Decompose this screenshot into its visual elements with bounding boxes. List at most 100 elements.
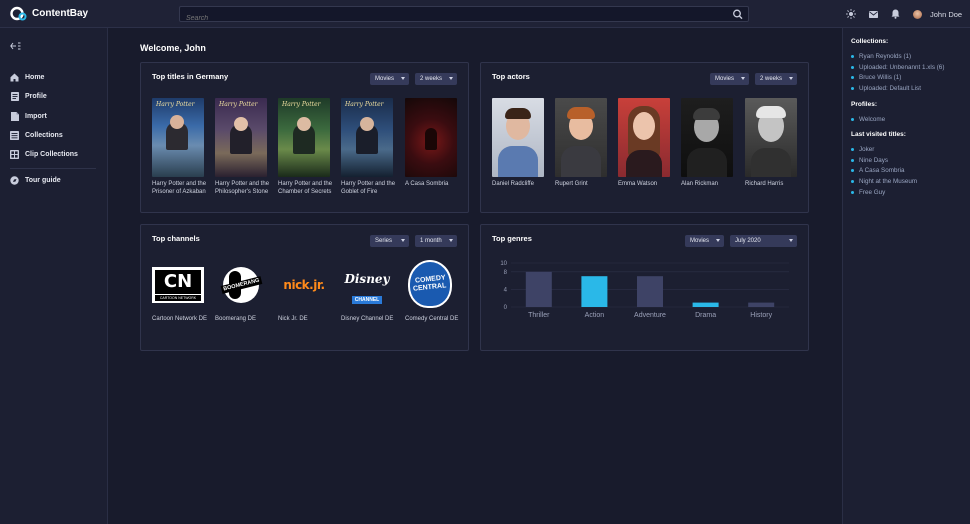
actor-name[interactable]: Rupert Grint bbox=[555, 180, 611, 188]
x-tick-label: Action bbox=[585, 312, 605, 319]
bar-history[interactable] bbox=[748, 302, 775, 307]
nick-jr-logo[interactable]: nick.jr. bbox=[276, 265, 332, 305]
chevron-down-icon bbox=[741, 77, 745, 80]
sidebar-item-tour-guide[interactable]: Tour guide bbox=[0, 171, 108, 190]
boomerang-logo[interactable]: BOOMERANG bbox=[213, 265, 269, 305]
x-tick-label: Drama bbox=[695, 312, 716, 319]
list-item[interactable]: Uploaded: Unbenannt 1.xls (6) bbox=[851, 62, 944, 73]
logo-text: BOOMERANG bbox=[220, 276, 262, 294]
poster-title: Harry Potter bbox=[282, 101, 321, 108]
app-logo[interactable]: ContentBay bbox=[10, 6, 88, 21]
top-actors-period-select[interactable]: 2 weeks bbox=[755, 73, 797, 85]
list-item[interactable]: Nine Days bbox=[851, 155, 917, 166]
user-name[interactable]: John Doe bbox=[930, 10, 962, 19]
actor-photo[interactable] bbox=[618, 98, 670, 177]
right-panel: Collections: Ryan Reynolds (1) Uploaded:… bbox=[842, 28, 970, 524]
bar-action[interactable] bbox=[581, 276, 608, 307]
top-titles-period-select[interactable]: 2 weeks bbox=[415, 73, 457, 85]
sidebar-item-collections[interactable]: Collections bbox=[0, 126, 108, 145]
profile-icon bbox=[10, 92, 19, 102]
actor-name[interactable]: Alan Rickman bbox=[681, 180, 737, 188]
bar-drama[interactable] bbox=[692, 302, 719, 307]
sidebar-item-label: Import bbox=[25, 112, 47, 120]
movie-caption[interactable]: A Casa Sombria bbox=[405, 180, 461, 188]
actor-photo[interactable] bbox=[492, 98, 544, 177]
sidebar-item-home[interactable]: Home bbox=[0, 68, 108, 87]
search-input[interactable] bbox=[180, 11, 720, 26]
y-tick-label: 8 bbox=[504, 270, 508, 276]
logo-text: nick.jr. bbox=[283, 278, 325, 292]
actor-name[interactable]: Emma Watson bbox=[618, 180, 674, 188]
list-item[interactable]: Night at the Museum bbox=[851, 176, 917, 187]
select-value: 2 weeks bbox=[760, 76, 783, 82]
list-item[interactable]: Free Guy bbox=[851, 187, 917, 198]
sidebar-item-label: Clip Collections bbox=[25, 151, 78, 159]
top-genres-period-select[interactable]: July 2020 bbox=[730, 235, 797, 247]
actor-name[interactable]: Daniel Radcliffe bbox=[492, 180, 548, 188]
notification-bell-icon[interactable] bbox=[889, 8, 901, 20]
list-item[interactable]: Uploaded: Default List bbox=[851, 83, 944, 94]
movie-poster[interactable] bbox=[405, 98, 457, 177]
movie-poster[interactable]: Harry Potter bbox=[341, 98, 393, 177]
sidebar-item-label: Collections bbox=[25, 132, 63, 140]
top-channels-card: Top channels Series 1 month CN CARTOON N… bbox=[140, 224, 469, 351]
sidebar-item-clip-collections[interactable]: Clip Collections bbox=[0, 145, 108, 164]
comedy-central-logo[interactable]: COMEDY CENTRAL bbox=[402, 259, 458, 309]
list-item[interactable]: Ryan Reynolds (1) bbox=[851, 51, 944, 62]
top-genres-type-select[interactable]: Movies bbox=[685, 235, 724, 247]
list-item[interactable]: Joker bbox=[851, 144, 917, 155]
movie-caption[interactable]: Harry Potter and the Prisoner of Azkaban bbox=[152, 180, 208, 196]
top-channels-period-select[interactable]: 1 month bbox=[415, 235, 457, 247]
actor-photo[interactable] bbox=[745, 98, 797, 177]
top-titles-type-select[interactable]: Movies bbox=[370, 73, 409, 85]
user-avatar[interactable] bbox=[913, 9, 922, 19]
collections-list: Ryan Reynolds (1) Uploaded: Unbenannt 1.… bbox=[851, 51, 944, 94]
sidebar-item-import[interactable]: Import bbox=[0, 107, 108, 126]
movie-poster[interactable]: Harry Potter bbox=[215, 98, 267, 177]
actor-photo[interactable] bbox=[681, 98, 733, 177]
contentbay-logo-icon bbox=[10, 6, 27, 21]
top-genres-card: Top genres Movies July 2020 0 4 8 10 Thrille… bbox=[480, 224, 809, 351]
search-icon[interactable] bbox=[732, 9, 744, 20]
select-value: Movies bbox=[690, 238, 710, 244]
chevron-down-icon bbox=[449, 239, 453, 242]
movie-poster[interactable]: Harry Potter bbox=[278, 98, 330, 177]
sidebar-item-label: Profile bbox=[25, 93, 47, 101]
last-visited-heading: Last visited titles: bbox=[851, 131, 906, 138]
card-title: Top channels bbox=[152, 234, 200, 243]
select-value: 1 month bbox=[420, 238, 442, 244]
list-item[interactable]: Bruce Willis (1) bbox=[851, 73, 944, 84]
actor-name[interactable]: Richard Harris bbox=[745, 180, 801, 188]
disney-channel-logo[interactable]: Disney CHANNEL bbox=[339, 265, 395, 305]
select-value: July 2020 bbox=[735, 238, 761, 244]
actor-photo[interactable] bbox=[555, 98, 607, 177]
channel-name[interactable]: Disney Channel DE bbox=[341, 315, 397, 323]
bar-thriller[interactable] bbox=[525, 271, 552, 307]
sidebar-item-label: Home bbox=[25, 74, 45, 82]
bar-adventure[interactable] bbox=[637, 276, 663, 307]
movie-caption[interactable]: Harry Potter and the Goblet of Fire bbox=[341, 180, 397, 196]
channel-name[interactable]: Comedy Central DE bbox=[405, 315, 461, 323]
cartoon-network-logo[interactable]: CN CARTOON NETWORK bbox=[150, 265, 206, 305]
list-item[interactable]: A Casa Sombria bbox=[851, 166, 917, 177]
top-channels-type-select[interactable]: Series bbox=[370, 235, 409, 247]
card-title: Top genres bbox=[492, 234, 532, 243]
x-tick-label: History bbox=[750, 312, 772, 319]
channel-name[interactable]: Nick Jr. DE bbox=[278, 315, 334, 323]
movie-caption[interactable]: Harry Potter and the Philosopher's Stone bbox=[215, 180, 271, 196]
theme-toggle-sun-icon[interactable] bbox=[845, 8, 857, 20]
y-tick-label: 4 bbox=[504, 287, 508, 293]
channel-name[interactable]: Boomerang DE bbox=[215, 315, 271, 323]
list-item[interactable]: Welcome bbox=[851, 114, 885, 125]
movie-poster[interactable]: Harry Potter bbox=[152, 98, 204, 177]
top-actors-type-select[interactable]: Movies bbox=[710, 73, 749, 85]
sidebar-item-profile[interactable]: Profile bbox=[0, 87, 108, 106]
profiles-list: Welcome bbox=[851, 114, 885, 125]
collapse-sidebar-icon[interactable] bbox=[10, 42, 21, 50]
top-bar: ContentBay John Doe bbox=[0, 0, 970, 28]
top-titles-card: Top titles in Germany Movies 2 weeks Har… bbox=[140, 62, 469, 213]
mail-icon[interactable] bbox=[867, 8, 879, 20]
movie-caption[interactable]: Harry Potter and the Chamber of Secrets bbox=[278, 180, 334, 196]
channel-name[interactable]: Cartoon Network DE bbox=[152, 315, 208, 323]
select-value: 2 weeks bbox=[420, 76, 443, 82]
